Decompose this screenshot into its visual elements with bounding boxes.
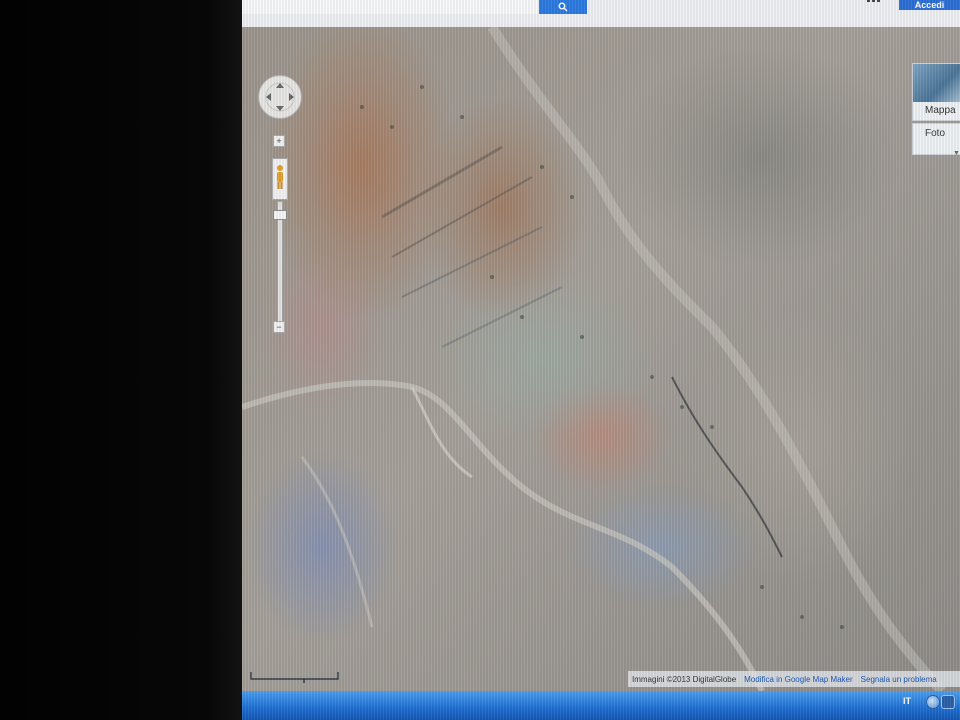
edit-in-map-maker-link[interactable]: Modifica in Google Map Maker [744, 675, 853, 684]
terrain-overlay [242, 27, 946, 691]
maps-header: Accedi [242, 0, 960, 28]
magnifier-icon [558, 2, 568, 12]
search-input[interactable] [242, 0, 538, 14]
network-icon[interactable] [926, 695, 940, 709]
map-type-photo-label: Foto [925, 128, 946, 139]
zoom-slider-handle[interactable] [273, 210, 287, 221]
map-thumbnail [913, 64, 960, 102]
chevron-down-icon: ▼ [953, 150, 960, 157]
os-taskbar: IT [242, 691, 960, 720]
apps-grid-icon[interactable] [867, 0, 881, 8]
zoom-in-button[interactable]: + [273, 135, 285, 147]
map-type-photo-button[interactable]: Foto ▼ [912, 123, 960, 157]
language-indicator[interactable]: IT [903, 696, 911, 706]
scale-bar [250, 670, 340, 684]
satellite-map[interactable]: + − Mappa Foto ▼ [242, 27, 960, 691]
imagery-credit: Immagini ©2013 DigitalGlobe [632, 674, 737, 684]
street-view-pegman[interactable] [272, 158, 288, 200]
map-type-map-button[interactable]: Mappa [912, 63, 960, 121]
browser-screen: Accedi + − Mappa Foto ▼ Immagini ©2013 D… [242, 0, 960, 720]
zoom-out-button[interactable]: − [273, 321, 285, 333]
pan-control[interactable] [258, 75, 302, 119]
street-view-pegman-icon [277, 165, 283, 189]
map-type-map-label: Mappa [913, 102, 960, 120]
map-attribution: Immagini ©2013 DigitalGlobe Modifica in … [628, 671, 960, 687]
search-button[interactable] [539, 0, 587, 14]
signin-button[interactable]: Accedi [899, 0, 960, 10]
monitor-bezel [0, 0, 244, 720]
report-problem-link[interactable]: Segnala un problema [861, 675, 937, 684]
pan-arrows-icon [265, 82, 295, 112]
app-icon[interactable] [941, 695, 955, 709]
